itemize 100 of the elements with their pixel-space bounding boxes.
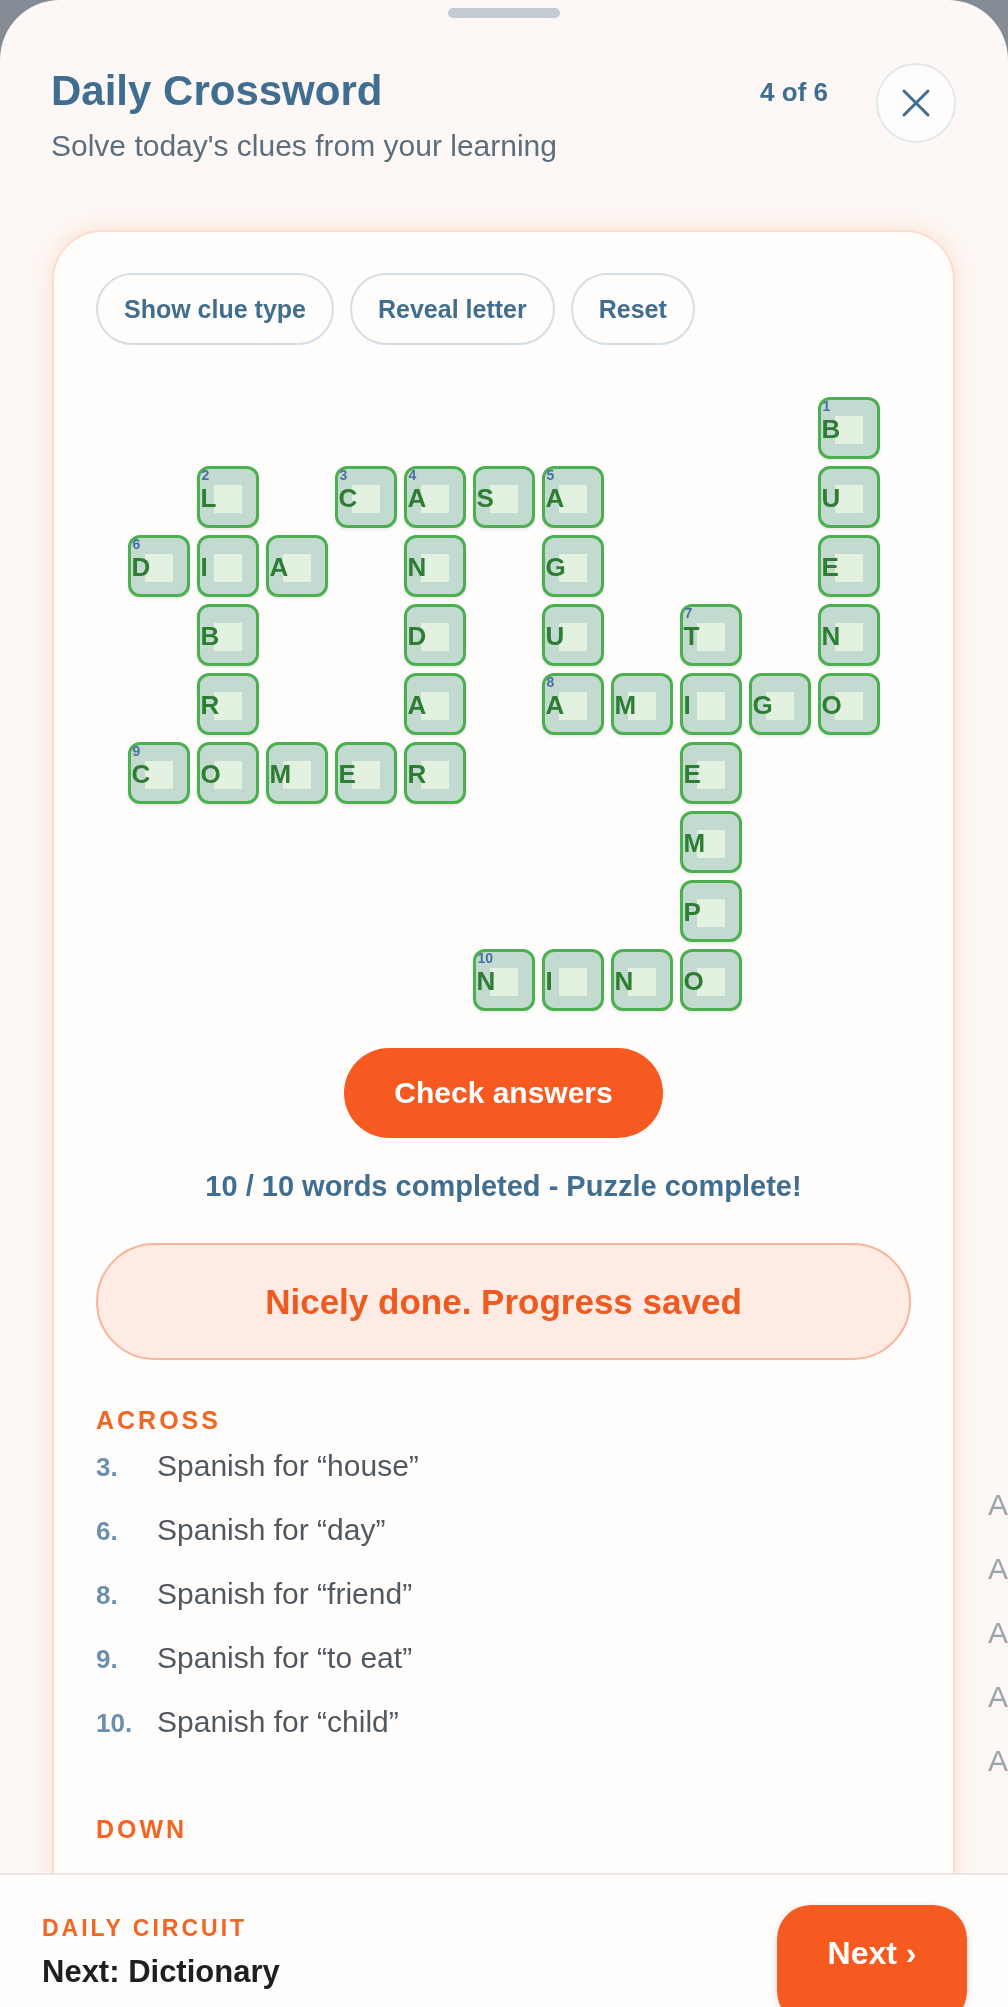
crossword-cell[interactable]: 5 A — [541, 466, 604, 528]
cell-letter: N — [821, 621, 841, 651]
page-subtitle: Solve today's clues from your learning — [51, 129, 558, 163]
next-button[interactable]: Next › — [777, 1905, 967, 2007]
crossword-cell[interactable]: 9 C — [127, 742, 190, 804]
cell-letter: I — [545, 966, 553, 996]
crossword-cell[interactable]: 1 B — [817, 397, 880, 459]
clue-number: 4 — [408, 467, 417, 483]
crossword-cell[interactable]: M — [679, 811, 742, 873]
cell-letter: U — [821, 483, 841, 513]
crossword-cell[interactable]: P — [679, 880, 742, 942]
clue-section-heading: DOWN — [96, 1815, 189, 1844]
peek-text: A — [988, 1616, 1008, 1651]
cell-letter: L — [200, 483, 217, 513]
crossword-cell[interactable]: N — [403, 535, 466, 597]
cell-letter: E — [338, 759, 356, 789]
crossword-cell[interactable]: 6 D — [127, 535, 190, 597]
crossword-cell[interactable]: O — [679, 949, 742, 1011]
clue-number: 10. — [96, 1708, 134, 1739]
clue-text[interactable]: Spanish for “friend” — [157, 1577, 413, 1611]
cell-letter: A — [407, 690, 427, 720]
next-activity-text: Next: Dictionary — [42, 1954, 281, 1990]
check-answers-button[interactable]: Check answers — [344, 1048, 663, 1138]
cell-letter: N — [407, 552, 427, 582]
crossword-cell[interactable]: 3 C — [334, 466, 397, 528]
peek-text: A — [988, 1488, 1008, 1523]
crossword-cell[interactable]: N — [610, 949, 673, 1011]
cell-letter: M — [269, 759, 292, 789]
cell-input-area — [558, 968, 587, 996]
crossword-cell[interactable]: B — [196, 604, 259, 666]
clue-text[interactable]: Spanish for “house” — [157, 1449, 419, 1483]
crossword-cell[interactable]: D — [403, 604, 466, 666]
clue-number: 8. — [96, 1580, 119, 1611]
crossword-cell[interactable]: 10 N — [472, 949, 535, 1011]
cell-letter: A — [545, 690, 565, 720]
crossword-cell[interactable]: G — [748, 673, 811, 735]
close-icon — [901, 88, 931, 118]
clue-number: 6 — [132, 536, 141, 552]
drag-handle[interactable] — [448, 8, 560, 18]
cell-letter: O — [683, 966, 704, 996]
cell-letter: A — [407, 483, 427, 513]
crossword-cell[interactable]: 4 A — [403, 466, 466, 528]
clue-text[interactable]: Spanish for “day” — [157, 1513, 386, 1547]
cell-letter: N — [614, 966, 634, 996]
crossword-cell[interactable]: 2 L — [196, 466, 259, 528]
cell-letter: U — [545, 621, 565, 651]
crossword-cell[interactable]: E — [334, 742, 397, 804]
clue-number: 9. — [96, 1644, 119, 1675]
clue-number: 10 — [477, 950, 494, 966]
crossword-cell[interactable]: O — [817, 673, 880, 735]
cell-input-area — [213, 554, 242, 582]
crossword-cell[interactable]: G — [541, 535, 604, 597]
cell-letter: B — [200, 621, 220, 651]
cell-letter: C — [131, 759, 151, 789]
step-counter: 4 of 6 — [760, 77, 828, 108]
progress-text: 10 / 10 words completed - Puzzle complete! — [204, 1170, 803, 1203]
cell-letter: C — [338, 483, 358, 513]
cell-letter: G — [752, 690, 773, 720]
crossword-cell[interactable]: 7 T — [679, 604, 742, 666]
cell-letter: O — [821, 690, 842, 720]
cell-letter: N — [476, 966, 496, 996]
crossword-cell[interactable]: E — [817, 535, 880, 597]
crossword-cell[interactable]: R — [403, 742, 466, 804]
crossword-cell[interactable]: E — [679, 742, 742, 804]
crossword-cell[interactable]: U — [817, 466, 880, 528]
clue-number: 5 — [546, 467, 555, 483]
crossword-cell[interactable]: S — [472, 466, 535, 528]
clue-number: 3 — [339, 467, 348, 483]
cell-letter: T — [683, 621, 700, 651]
tool-button[interactable]: Reset — [570, 273, 695, 345]
clue-number: 2 — [201, 467, 210, 483]
cell-input-area — [696, 692, 725, 720]
clue-text[interactable]: Spanish for “child” — [157, 1705, 399, 1739]
success-message: Nicely done. Progress saved — [96, 1243, 911, 1360]
crossword-cell[interactable]: M — [265, 742, 328, 804]
crossword-cell[interactable]: I — [541, 949, 604, 1011]
page-title: Daily Crossword — [51, 66, 384, 116]
peek-text: A — [988, 1744, 1008, 1779]
tool-button[interactable]: Show clue type — [96, 273, 334, 345]
clue-section-heading: ACROSS — [96, 1406, 222, 1435]
cell-letter: M — [614, 690, 637, 720]
crossword-cell[interactable]: 8 A — [541, 673, 604, 735]
cell-letter: P — [683, 897, 701, 927]
crossword-cell[interactable]: A — [265, 535, 328, 597]
crossword-cell[interactable]: M — [610, 673, 673, 735]
cell-letter: D — [131, 552, 151, 582]
cell-letter: R — [200, 690, 220, 720]
crossword-cell[interactable]: R — [196, 673, 259, 735]
tool-button[interactable]: Reveal letter — [350, 273, 555, 345]
cell-letter: A — [545, 483, 565, 513]
crossword-cell[interactable]: A — [403, 673, 466, 735]
crossword-cell[interactable]: N — [817, 604, 880, 666]
clue-number: 6. — [96, 1516, 119, 1547]
crossword-cell[interactable]: O — [196, 742, 259, 804]
crossword-cell[interactable]: U — [541, 604, 604, 666]
clue-text[interactable]: Spanish for “to eat” — [157, 1641, 413, 1675]
peek-text: A — [988, 1680, 1008, 1715]
clue-number: 9 — [132, 743, 141, 759]
crossword-cell[interactable]: I — [196, 535, 259, 597]
crossword-cell[interactable]: I — [679, 673, 742, 735]
